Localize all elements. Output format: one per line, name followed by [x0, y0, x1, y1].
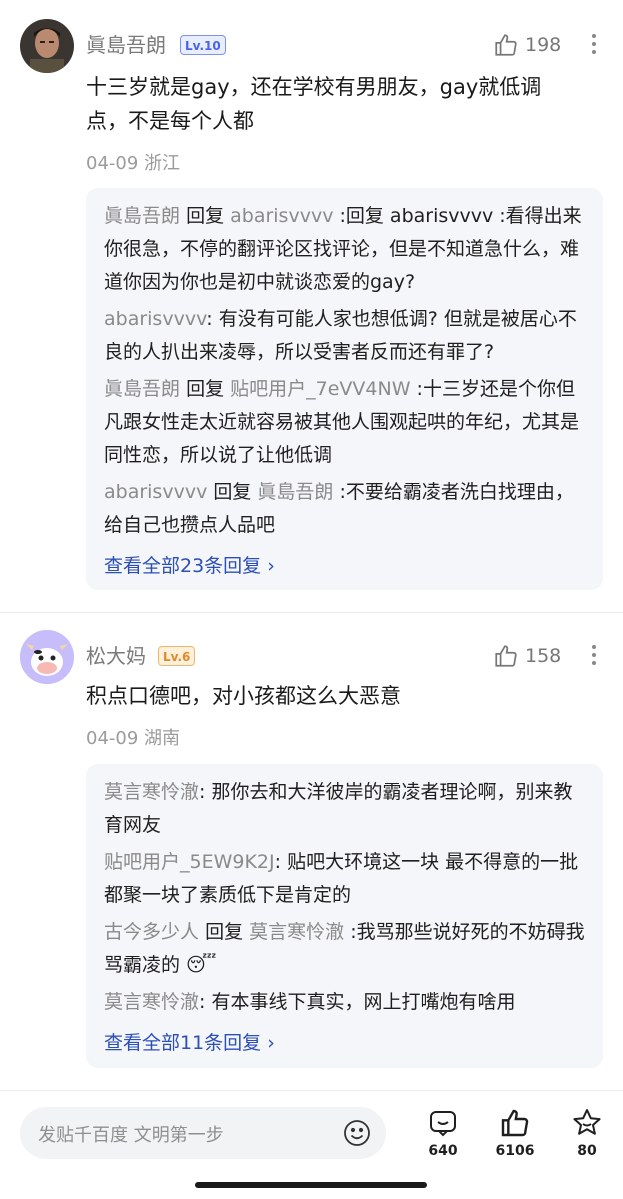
- comment-text: 积点口德吧，对小孩都这么大恶意: [86, 684, 401, 708]
- reply-word: 回复: [186, 205, 225, 227]
- reply-user[interactable]: 古今多少人: [104, 921, 199, 943]
- comment-input[interactable]: 发贴千百度 文明第一步: [20, 1107, 386, 1159]
- level-badge: Lv.10: [180, 35, 226, 55]
- reply-user[interactable]: 眞島吾朗: [104, 205, 180, 227]
- reply-user[interactable]: 眞島吾朗: [104, 378, 180, 400]
- star-icon: [573, 1109, 601, 1135]
- reply-user[interactable]: 莫言寒怜澈: [104, 991, 199, 1013]
- emoji-icon[interactable]: [342, 1118, 372, 1148]
- reply-word: 回复: [213, 481, 252, 503]
- comment-1: 眞島吾朗 Lv.10 198 十三岁就是gay，还在学校有男朋友，gay就低调点…: [0, 0, 623, 600]
- reply-user[interactable]: 贴吧用户_5EW9K2J: [104, 851, 275, 873]
- reply-user[interactable]: abarisvvvv: [104, 481, 207, 503]
- comment-icon: [430, 1111, 456, 1137]
- reply-item[interactable]: 古今多少人 回复 莫言寒怜澈 :我骂那些说好死的不妨碍我骂霸凌的 😴: [104, 916, 585, 982]
- like-count: 198: [525, 34, 562, 56]
- reply-item[interactable]: abarisvvvv 回复 眞島吾朗 :不要给霸凌者洗白找理由，给自己也攒点人品…: [104, 476, 585, 542]
- favorites-stat[interactable]: 80: [562, 1107, 612, 1159]
- like-count: 158: [525, 645, 562, 667]
- reply-target[interactable]: abarisvvvv: [230, 205, 333, 227]
- like-button[interactable]: 158: [493, 643, 561, 669]
- reply-target[interactable]: 莫言寒怜澈: [249, 921, 344, 943]
- comment-input-placeholder: 发贴千百度 文明第一步: [38, 1125, 224, 1146]
- comment-meta: 04-09 湖南: [86, 728, 181, 749]
- comment-text: 十三岁就是gay，还在学校有男朋友，gay就低调点，不是每个人都: [86, 75, 542, 133]
- reply-user[interactable]: 莫言寒怜澈: [104, 781, 199, 803]
- reply-list: 眞島吾朗 回复 abarisvvvv :回复 abarisvvvv :看得出来你…: [86, 188, 603, 590]
- reply-user[interactable]: abarisvvvv: [104, 308, 206, 330]
- view-all-replies-link[interactable]: 查看全部23条回复 ›: [104, 550, 275, 582]
- like-button[interactable]: 198: [493, 32, 561, 58]
- reply-target[interactable]: 贴吧用户_7eVV4NW: [230, 378, 410, 400]
- reply-text: : 有本事线下真实，网上打嘴炮有啥用: [199, 991, 516, 1013]
- likes-stat[interactable]: 6106: [490, 1107, 540, 1159]
- avatar[interactable]: [20, 630, 74, 684]
- reply-target[interactable]: 眞島吾朗: [257, 481, 333, 503]
- reply-item[interactable]: 莫言寒怜澈: 那你去和大洋彼岸的霸凌者理论啊，别来教育网友: [104, 776, 585, 842]
- reply-item[interactable]: 莫言寒怜澈: 有本事线下真实，网上打嘴炮有啥用: [104, 986, 585, 1019]
- reply-item[interactable]: 眞島吾朗 回复 abarisvvvv :回复 abarisvvvv :看得出来你…: [104, 200, 585, 299]
- comment-meta: 04-09 浙江: [86, 153, 181, 174]
- reply-word: 回复: [186, 378, 225, 400]
- comments-count: 640: [428, 1143, 458, 1159]
- username[interactable]: 松大妈: [86, 642, 146, 670]
- reply-item[interactable]: 贴吧用户_5EW9K2J: 贴吧大环境这一块 最不得意的一批都聚一块了素质低下是…: [104, 846, 585, 912]
- thumbs-up-icon: [495, 645, 517, 667]
- avatar[interactable]: [20, 19, 74, 73]
- more-options-icon[interactable]: [591, 641, 597, 669]
- home-indicator[interactable]: [195, 1182, 427, 1188]
- reply-word: 回复: [205, 921, 244, 943]
- likes-count: 6106: [495, 1143, 535, 1159]
- reply-list: 莫言寒怜澈: 那你去和大洋彼岸的霸凌者理论啊，别来教育网友 贴吧用户_5EW9K…: [86, 764, 603, 1068]
- username[interactable]: 眞島吾朗: [86, 31, 166, 59]
- comment-2: 松大妈 Lv.6 158 积点口德吧，对小孩都这么大恶意 04-09 湖南 莫言…: [0, 612, 623, 1082]
- more-options-icon[interactable]: [591, 30, 597, 58]
- favorites-count: 80: [577, 1143, 597, 1159]
- reply-item[interactable]: 眞島吾朗 回复 贴吧用户_7eVV4NW :十三岁还是个你但凡跟女性走太近就容易…: [104, 373, 585, 472]
- reply-item[interactable]: abarisvvvv: 有没有可能人家也想低调? 但就是被居心不良的人扒出来凌辱…: [104, 303, 585, 369]
- level-badge: Lv.6: [158, 646, 196, 666]
- view-all-replies-link[interactable]: 查看全部11条回复 ›: [104, 1027, 275, 1059]
- thumbs-up-icon: [495, 34, 517, 56]
- thumbs-up-icon: [501, 1109, 529, 1137]
- comments-stat[interactable]: 640: [418, 1107, 468, 1159]
